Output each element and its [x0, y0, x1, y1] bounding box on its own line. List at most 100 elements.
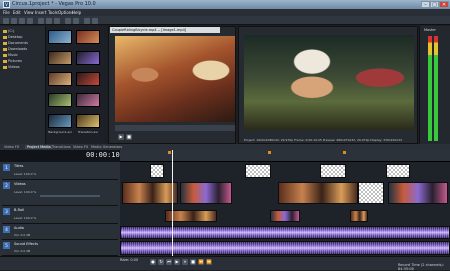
video-clip[interactable] [180, 182, 232, 204]
folder-icon [3, 29, 7, 33]
media-thumbnail[interactable] [48, 93, 72, 107]
maximize-button[interactable]: □ [430, 1, 439, 8]
tree-item-downloads[interactable]: Downloads [3, 47, 27, 51]
menu-edit[interactable]: Edit [13, 10, 21, 15]
vegas-app-icon[interactable]: V [3, 1, 10, 8]
marker-icon[interactable] [343, 151, 346, 154]
media-thumbnail[interactable] [76, 114, 100, 128]
tree-item-videos[interactable]: Videos [3, 65, 20, 69]
cut-icon[interactable] [38, 18, 44, 24]
save-icon[interactable] [19, 18, 25, 24]
tree-item-music[interactable]: Music [3, 53, 18, 57]
tab-project-media[interactable]: Project Media [25, 145, 53, 149]
media-thumbnail[interactable] [76, 72, 100, 86]
trimmer-video-frame [115, 36, 235, 122]
properties-icon[interactable] [27, 18, 33, 24]
video-clip[interactable] [278, 182, 358, 204]
tree-item-desktop[interactable]: Desktop [3, 35, 22, 39]
trimmer-play-icon[interactable]: ▶ [118, 134, 124, 140]
pause-icon[interactable]: ⏸ [182, 259, 188, 265]
go-to-end-icon[interactable]: ⏩ [206, 259, 212, 265]
broll-clip[interactable] [350, 210, 368, 222]
folder-icon [3, 53, 7, 57]
sound-effects-clip[interactable] [120, 241, 450, 255]
menu-help[interactable]: Help [72, 10, 81, 15]
tab-media-generators[interactable]: Media Generators [91, 145, 122, 149]
audio-clip[interactable] [120, 226, 450, 239]
menu-view[interactable]: View [24, 10, 34, 15]
help-icon[interactable] [92, 18, 98, 24]
master-meter-left [428, 36, 432, 141]
go-to-start-icon[interactable]: ⏪ [198, 259, 204, 265]
playback-rate: Rate: 0.00 [120, 258, 139, 262]
video-clip[interactable] [122, 182, 178, 204]
track-level: Level: 100.0 % [14, 190, 37, 194]
title-clip[interactable] [150, 164, 164, 178]
preview-info-text: Project: 1920x1080x32, 29.970p Frame: 0:… [244, 138, 402, 142]
media-thumbnail[interactable] [76, 93, 100, 107]
folder-icon [3, 35, 7, 39]
play-from-start-icon[interactable]: ⏮ [166, 259, 172, 265]
media-thumbnail[interactable] [76, 51, 100, 65]
menu-tools[interactable]: Tools [48, 10, 58, 15]
playhead-cursor[interactable] [172, 150, 173, 256]
tree-item-drive[interactable]: (C:) [3, 29, 14, 33]
track-level: Level: 100.0 % [14, 216, 37, 220]
menu-file[interactable]: File [3, 10, 10, 15]
level-slider[interactable] [40, 195, 100, 197]
tab-transitions[interactable]: Transitions [52, 145, 71, 149]
media-thumbnail[interactable] [48, 51, 72, 65]
marker-icon[interactable] [268, 151, 271, 154]
tree-item-documents[interactable]: Documents [3, 41, 28, 45]
thumbnail-label: Transition.avi [78, 130, 98, 134]
status-bar [0, 256, 450, 270]
window-title: Circus.1project * - Vegas Pro 10.0 [12, 1, 96, 7]
new-icon[interactable] [3, 18, 9, 24]
media-thumbnail[interactable] [76, 30, 100, 44]
media-thumbnail[interactable] [48, 72, 72, 86]
media-thumbnail[interactable] [48, 30, 72, 44]
record-icon[interactable]: ● [150, 259, 156, 265]
folder-icon [3, 65, 7, 69]
menu-insert[interactable]: Insert [35, 10, 46, 15]
undo-icon[interactable] [65, 18, 71, 24]
master-label: Master [424, 28, 436, 32]
track-name: Sound Effects [14, 242, 39, 246]
folder-icon [3, 47, 7, 51]
track-name: B-Roll [14, 208, 25, 212]
play-icon[interactable]: ▶ [174, 259, 180, 265]
trimmer-timeline-strip[interactable] [115, 125, 235, 131]
broll-clip[interactable] [270, 210, 300, 222]
redo-icon[interactable] [73, 18, 79, 24]
track-name: Audio [14, 226, 24, 230]
stop-icon[interactable]: ■ [190, 259, 196, 265]
track-number: 5 [3, 242, 10, 249]
master-meter-right [434, 36, 438, 141]
copy-icon[interactable] [46, 18, 52, 24]
title-clip[interactable] [245, 164, 271, 178]
track-level: Vol: 0.0 dB [14, 249, 31, 253]
title-clip[interactable] [386, 164, 410, 178]
media-thumbnail[interactable] [48, 114, 72, 128]
track-name: Titles [14, 164, 24, 168]
video-clip[interactable] [388, 182, 448, 204]
track-number: 2 [3, 182, 10, 189]
folder-icon [3, 59, 7, 63]
marker-icon[interactable] [168, 151, 171, 154]
paste-icon[interactable] [54, 18, 60, 24]
trimmer-file-dropdown[interactable]: CoupleRidingBicycle.mp4 -- [Image1.mp4] [110, 27, 220, 33]
open-icon[interactable] [11, 18, 17, 24]
video-clip[interactable] [358, 182, 384, 204]
minimize-button[interactable]: – [421, 1, 430, 8]
tree-item-pictures[interactable]: Pictures [3, 59, 22, 63]
render-icon[interactable] [84, 18, 90, 24]
trimmer-stop-icon[interactable]: ■ [126, 134, 132, 140]
close-button[interactable]: ✕ [439, 1, 449, 8]
track-level: Level: 100.0 % [14, 172, 37, 176]
thumbnail-label: Background.avi [48, 130, 72, 134]
title-clip[interactable] [320, 164, 346, 178]
loop-icon[interactable]: ↻ [158, 259, 164, 265]
tab-video-fx-2[interactable]: Video FX [73, 145, 88, 149]
tab-video-fx[interactable]: Video FX [4, 145, 19, 149]
track-number: 4 [3, 226, 10, 233]
